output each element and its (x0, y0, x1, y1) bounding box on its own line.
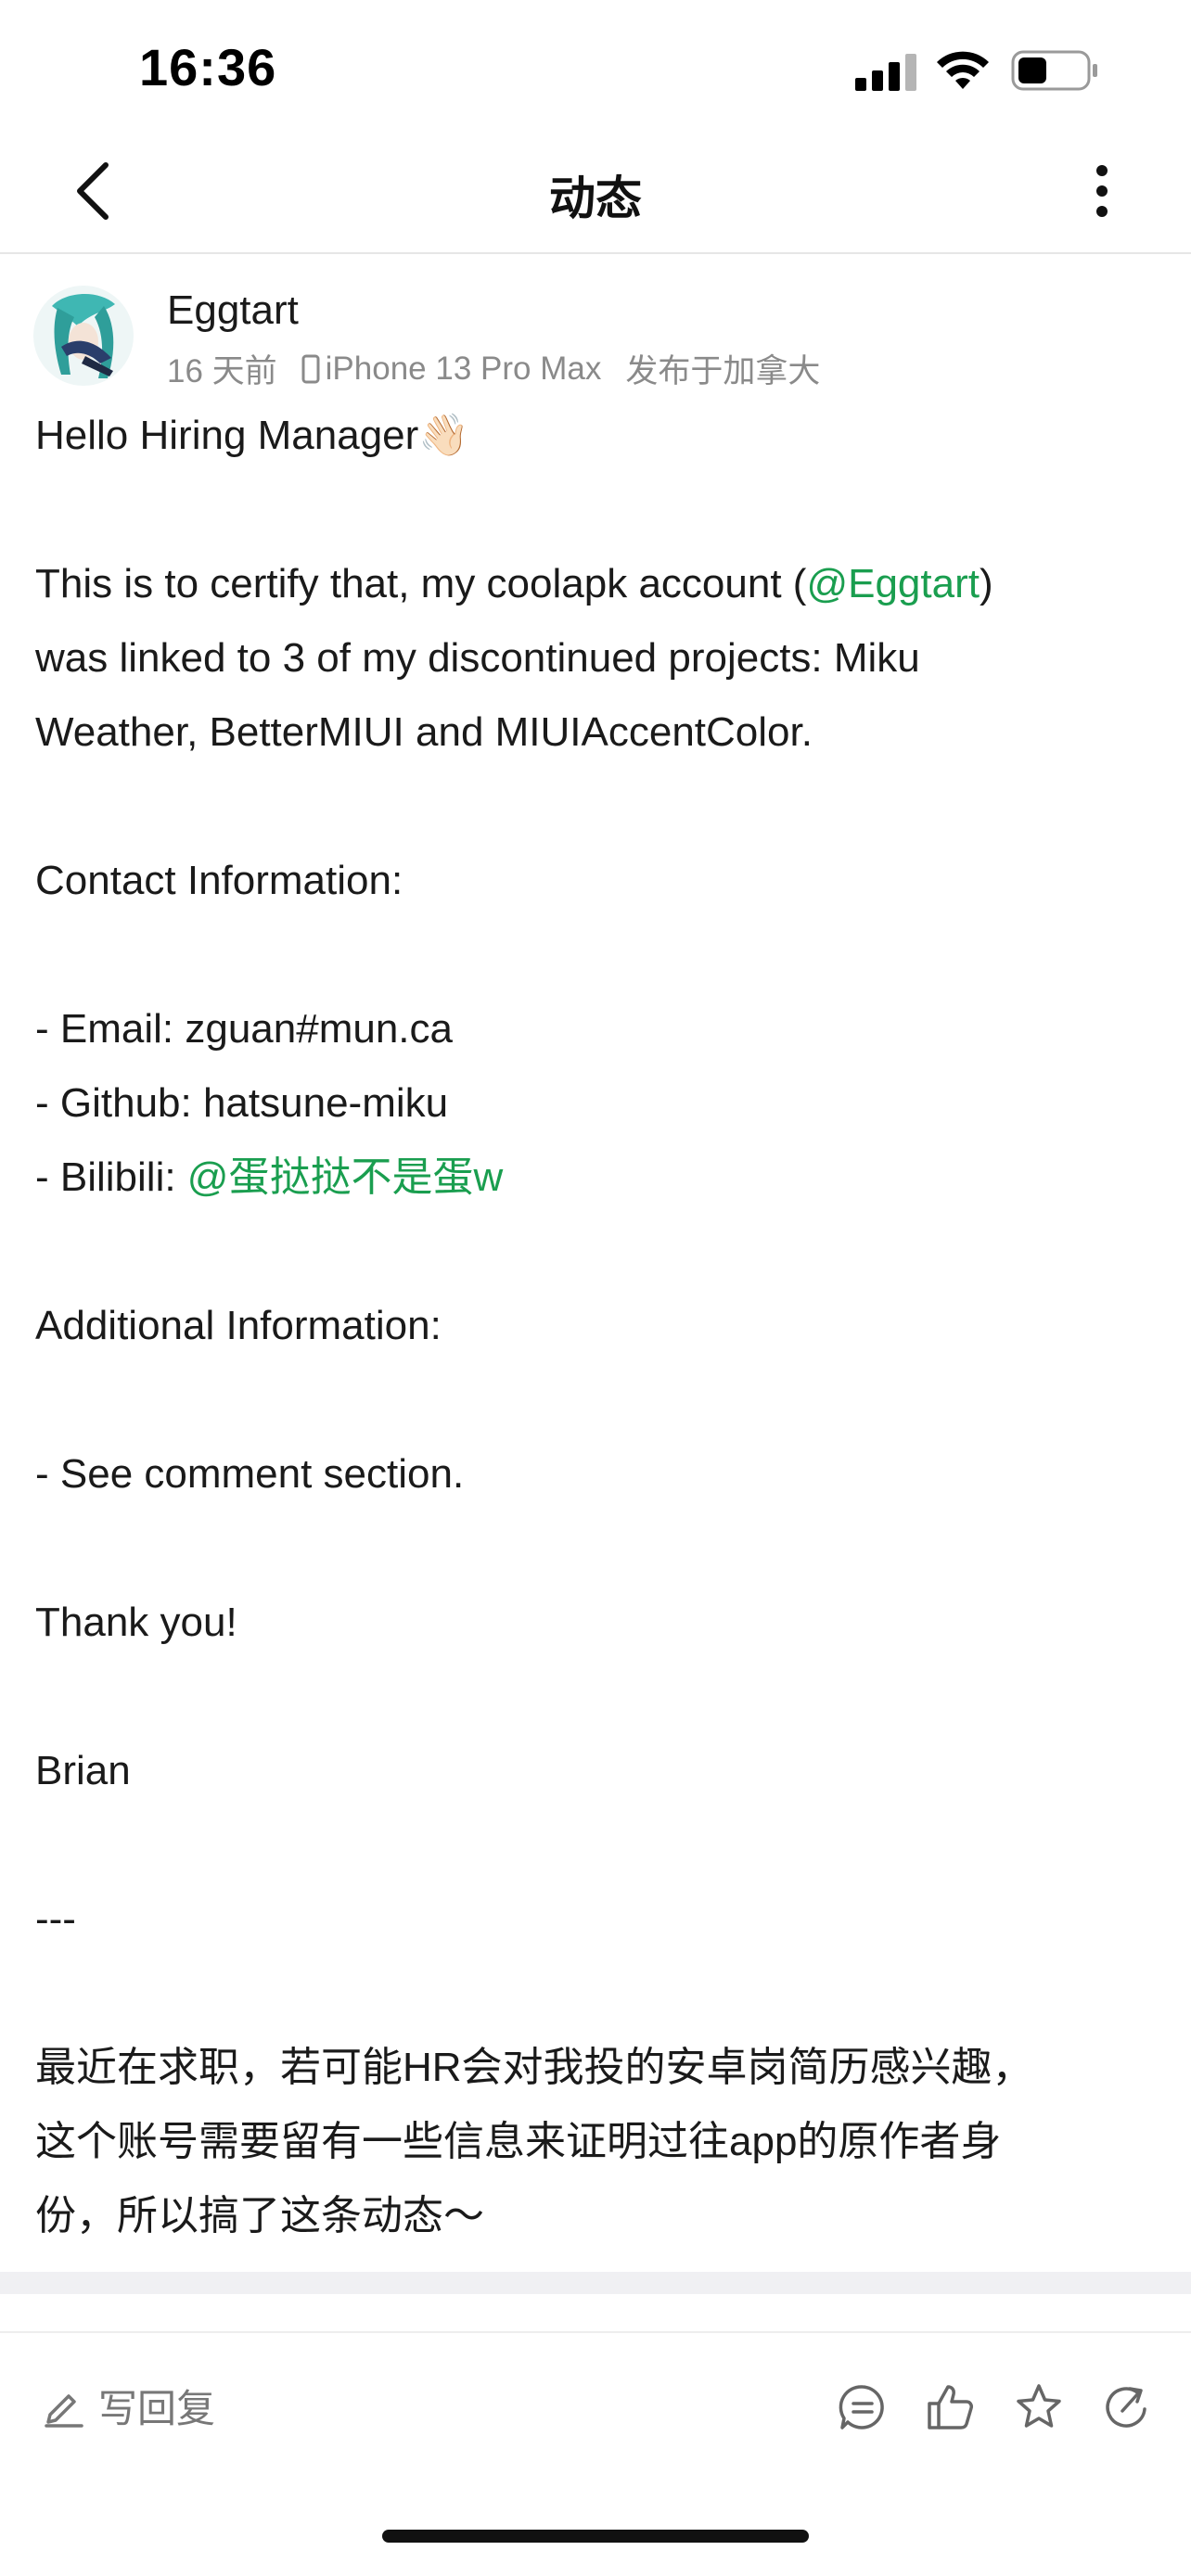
phone-icon (301, 354, 320, 384)
body-paragraph-line: was linked to 3 of my discontinued proje… (35, 635, 920, 681)
star-icon (1017, 2384, 1061, 2428)
bottom-action-bar: 写回复 (0, 2331, 1191, 2481)
divider-line: --- (35, 1896, 76, 1942)
body-paragraph-line: This is to certify that, my coolapk acco… (35, 547, 1158, 621)
cellular-signal-icon (855, 52, 920, 97)
write-reply-button[interactable]: 写回复 (43, 2378, 215, 2434)
post-device: iPhone 13 Pro Max (325, 350, 602, 387)
chinese-text-line: 份，所以搞了这条动态～ (35, 2193, 484, 2238)
body-paragraph-line: Weather, BetterMIUI and MIUIAccentColor. (35, 709, 813, 755)
author-name[interactable]: Eggtart (167, 287, 299, 334)
status-time: 16:36 (139, 38, 277, 96)
status-bar: 16:36 (0, 0, 1191, 130)
home-indicator[interactable] (382, 2530, 809, 2543)
post-meta: 16 天前 iPhone 13 Pro Max 发布于加拿大 (167, 345, 820, 392)
more-options-button[interactable] (1065, 154, 1139, 228)
battery-icon (1011, 50, 1100, 96)
account-mention-link[interactable]: @Eggtart (806, 561, 980, 606)
pencil-icon (43, 2385, 85, 2428)
contact-github: - Github: hatsune-miku (35, 1080, 449, 1126)
nav-bar: 动态 (0, 130, 1191, 254)
share-icon (1106, 2387, 1146, 2428)
chinese-text-line: 最近在求职，若可能HR会对我投的安卓岗简历感兴趣， (35, 2045, 1033, 2090)
comment-icon (839, 2385, 884, 2429)
write-reply-label: 写回复 (98, 2387, 216, 2430)
thanks-line: Thank you! (35, 1600, 237, 1645)
signature-line: Brian (35, 1748, 131, 1793)
section-separator (0, 2272, 1191, 2294)
contact-email: - Email: zguan#mun.ca (35, 1006, 453, 1052)
page-title: 动态 (549, 172, 642, 224)
body-greeting: Hello Hiring Manager👋🏻 (35, 413, 470, 458)
chinese-text-line: 这个账号需要留有一些信息来证明过往app的原作者身 (35, 2119, 1002, 2164)
additional-heading: Additional Information: (35, 1303, 442, 1348)
wifi-icon (935, 48, 991, 96)
like-icon (928, 2385, 973, 2429)
like-button[interactable] (920, 2378, 980, 2437)
favorite-button[interactable] (1009, 2378, 1069, 2437)
body-text: - Bilibili: (35, 1154, 187, 1200)
bilibili-mention-link[interactable]: @蛋挞挞不是蛋w (187, 1154, 503, 1200)
body-text: This is to certify that, my coolapk acco… (35, 561, 807, 606)
post-time: 16 天前 (167, 353, 277, 389)
more-vertical-icon (1096, 165, 1108, 217)
body-text: ) (979, 561, 993, 606)
see-comment-line: - See comment section. (35, 1451, 465, 1497)
share-button[interactable] (1098, 2378, 1158, 2437)
contact-heading: Contact Information: (35, 858, 403, 903)
post-location: 发布于加拿大 (625, 353, 821, 389)
contact-bilibili: - Bilibili: @蛋挞挞不是蛋w (35, 1141, 1158, 1215)
avatar[interactable] (33, 286, 134, 386)
comment-button[interactable] (833, 2378, 892, 2437)
post-body: Hello Hiring Manager👋🏻 This is to certif… (35, 399, 1158, 2253)
